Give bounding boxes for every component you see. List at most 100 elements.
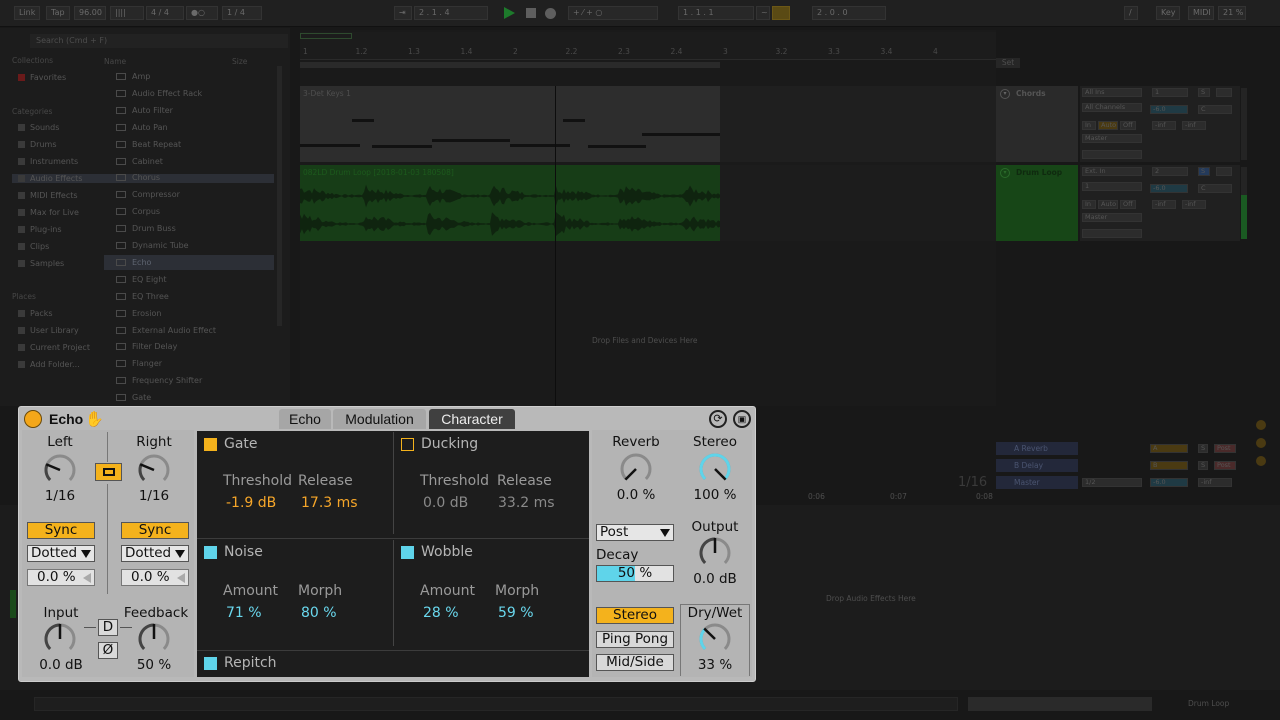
stop-icon[interactable] — [526, 8, 536, 18]
pencil-icon[interactable]: / — [1124, 6, 1138, 20]
record-icon[interactable] — [545, 8, 556, 19]
noise-morph-value[interactable]: 80 % — [301, 605, 337, 621]
gate-threshold-value[interactable]: -1.9 dB — [226, 495, 276, 511]
browser-item[interactable]: Gate — [104, 390, 274, 405]
position-field[interactable]: 2 . 1 . 4 — [414, 6, 488, 20]
output-select[interactable]: Master — [1082, 134, 1142, 143]
feedback-knob[interactable] — [137, 622, 171, 656]
sidebar-item-favorites[interactable]: Favorites — [18, 73, 66, 82]
link-channels-button[interactable] — [95, 463, 122, 481]
browser-item[interactable]: Compressor — [104, 187, 274, 202]
track-drums-empty[interactable] — [720, 165, 996, 241]
grid-value[interactable]: 1/16 — [958, 475, 987, 490]
column-size-header[interactable]: Size — [232, 57, 247, 66]
arm-button[interactable] — [1216, 167, 1232, 176]
post-button[interactable]: Post — [1214, 444, 1236, 453]
browser-item[interactable]: Dynamic Tube — [104, 238, 274, 253]
sidebar-item-plug-ins[interactable]: Plug-ins — [18, 225, 62, 234]
output-knob[interactable] — [698, 536, 732, 570]
pan-field[interactable]: C — [1198, 184, 1232, 193]
browser-item[interactable]: Filter Delay — [104, 339, 274, 354]
midi-note[interactable] — [642, 133, 720, 136]
browser-item[interactable]: EQ Three — [104, 289, 274, 304]
post-button[interactable]: Post — [1214, 461, 1236, 470]
mid-side-mode-button[interactable]: Mid/Side — [596, 654, 674, 671]
quantize-select[interactable]: 1 / 4 — [222, 6, 262, 20]
play-icon[interactable] — [504, 7, 515, 19]
return-track-a[interactable]: A Reverb — [996, 442, 1078, 455]
ducking-checkbox[interactable] — [401, 438, 414, 451]
sidebar-item-instruments[interactable]: Instruments — [18, 157, 78, 166]
ducking-threshold-value[interactable]: 0.0 dB — [423, 495, 468, 511]
device-icon[interactable] — [1256, 456, 1266, 466]
input-channel-select[interactable]: 1 — [1082, 182, 1142, 191]
send-a-field[interactable]: -inf — [1152, 121, 1176, 130]
monitor-in-button[interactable]: In — [1082, 200, 1096, 209]
drywet-knob[interactable] — [698, 622, 732, 656]
tab-character[interactable]: Character — [429, 409, 515, 429]
browser-item[interactable]: Audio Effect Rack — [104, 86, 274, 101]
device-icon[interactable] — [1256, 438, 1266, 448]
browser-item[interactable]: Cabinet — [104, 154, 274, 169]
right-mode-select[interactable]: Dotted — [121, 545, 189, 562]
browser-item[interactable]: Flanger — [104, 356, 274, 371]
right-offset-field[interactable]: 0.0 % — [121, 569, 189, 586]
output-select[interactable]: Master — [1082, 213, 1142, 222]
browser-item[interactable]: Auto Pan — [104, 120, 274, 135]
track-number-button[interactable]: 1 — [1152, 88, 1188, 97]
browser-item[interactable]: Auto Filter — [104, 103, 274, 118]
sidebar-place-add-folder-[interactable]: Add Folder... — [18, 360, 80, 369]
return-a-button[interactable]: A — [1150, 444, 1188, 453]
sidebar-place-user-library[interactable]: User Library — [18, 326, 79, 335]
browser-item[interactable]: Beat Repeat — [104, 137, 274, 152]
hand-icon[interactable]: ✋ — [85, 410, 104, 428]
tempo-field[interactable]: 96.00 — [74, 6, 106, 20]
midi-note[interactable] — [588, 145, 646, 148]
left-sync-button[interactable]: Sync — [27, 522, 95, 539]
volume-field[interactable]: -6.0 — [1150, 105, 1188, 114]
monitor-off-button[interactable]: Off — [1120, 200, 1136, 209]
send-a-field[interactable]: -inf — [1152, 200, 1176, 209]
follow-icon[interactable]: ⇥ — [394, 6, 412, 20]
link-button[interactable]: Link — [14, 6, 41, 20]
browser-item[interactable]: Amp — [104, 69, 274, 84]
right-sync-button[interactable]: Sync — [121, 522, 189, 539]
reverb-knob[interactable] — [619, 452, 653, 486]
return-track-b[interactable]: B Delay — [996, 459, 1078, 472]
wobble-amount-value[interactable]: 28 % — [423, 605, 459, 621]
midi-note[interactable] — [563, 119, 585, 122]
track-number-button[interactable]: 2 — [1152, 167, 1188, 176]
repitch-checkbox[interactable] — [204, 657, 217, 670]
right-time-value[interactable]: 1/16 — [124, 488, 184, 504]
pan-field[interactable]: C — [1198, 105, 1232, 114]
sidebar-item-max-for-live[interactable]: Max for Live — [18, 208, 79, 217]
stereo-mode-button[interactable]: Stereo — [596, 607, 674, 624]
wobble-morph-value[interactable]: 59 % — [498, 605, 534, 621]
sidebar-item-clips[interactable]: Clips — [18, 242, 49, 251]
metronome-toggle[interactable]: ●○ — [186, 6, 218, 20]
send-b-field[interactable]: -inf — [1182, 121, 1206, 130]
output-value[interactable]: 0.0 dB — [684, 571, 746, 587]
browser-item[interactable]: Chorus — [104, 170, 274, 185]
left-time-value[interactable]: 1/16 — [30, 488, 90, 504]
input-type-select[interactable]: All Ins — [1082, 88, 1142, 97]
send-b-field[interactable]: -inf — [1182, 200, 1206, 209]
sidebar-item-midi-effects[interactable]: MIDI Effects — [18, 191, 78, 200]
overview-region[interactable] — [300, 33, 352, 39]
solo-button[interactable]: S — [1198, 461, 1208, 470]
automation-tools[interactable]: + ⁄ + ○ — [568, 6, 658, 20]
browser-scrollbar[interactable] — [277, 66, 282, 326]
monitor-in-button[interactable]: In — [1082, 121, 1096, 130]
left-offset-field[interactable]: 0.0 % — [27, 569, 95, 586]
monitor-auto-button[interactable]: Auto — [1098, 200, 1118, 209]
arm-button[interactable] — [1216, 88, 1232, 97]
monitor-off-button[interactable]: Off — [1120, 121, 1136, 130]
browser-item[interactable]: Erosion — [104, 306, 274, 321]
loop-length-field[interactable]: 2 . 0 . 0 — [812, 6, 886, 20]
ducking-release-value[interactable]: 33.2 ms — [498, 495, 555, 511]
midi-map-button[interactable]: MIDI — [1188, 6, 1214, 20]
drywet-value[interactable]: 33 % — [684, 657, 746, 673]
input-channel-select[interactable]: All Channels — [1082, 103, 1142, 112]
track-header-drums[interactable]: ▾ Drum Loop — [996, 165, 1078, 241]
sidebar-item-sounds[interactable]: Sounds — [18, 123, 59, 132]
